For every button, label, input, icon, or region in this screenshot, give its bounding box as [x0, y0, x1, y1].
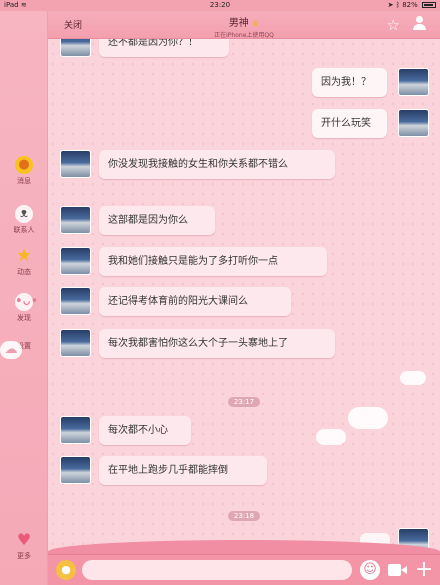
online-status: 正在iPhone上使用QQ [214, 32, 274, 39]
cloud-decoration [316, 429, 346, 445]
message-bubble-incoming[interactable]: 我和她们接触只是能为了多打听你一点 [99, 247, 327, 276]
contact-avatar[interactable] [60, 247, 91, 275]
star-icon[interactable]: ☆ [387, 16, 400, 34]
person-icon[interactable] [413, 16, 426, 31]
timestamp-label: 23:17 [227, 397, 261, 407]
sidebar-item-settings[interactable]: ☁ 设置 [0, 341, 48, 359]
battery-icon [422, 2, 436, 8]
contact-avatar[interactable] [60, 206, 91, 234]
message-bubble-incoming[interactable]: 每次都不小心 [99, 416, 191, 445]
sidebar-item-moments[interactable]: ★ 动态 [0, 247, 48, 277]
message-bubble-incoming[interactable]: 每次我都害怕你这么大个子一头寨地上了 [99, 329, 335, 358]
message-bubble-incoming[interactable]: 这部都是因为你么 [99, 206, 215, 235]
sidebar-item-label: 动态 [17, 268, 31, 276]
sidebar-item-label: 更多 [17, 552, 31, 560]
crown-icon: ♛ [252, 19, 260, 28]
message-bubble-incoming[interactable]: 你没发现我接触的女生和你关系都不错么 [99, 150, 335, 179]
my-avatar[interactable] [398, 109, 429, 137]
clock: 23:20 [209, 1, 231, 9]
cloud-decoration [400, 371, 426, 385]
contact-name: 男神 [228, 18, 249, 29]
sidebar-item-label: 消息 [17, 177, 31, 185]
bear-face-icon: •ᴗ• [15, 293, 39, 311]
contact-avatar[interactable] [60, 416, 91, 444]
cloud-icon: ☁ [0, 341, 22, 359]
plus-icon[interactable]: + [414, 558, 434, 582]
battery-percent: 82% [402, 1, 418, 9]
message-bubble-incoming[interactable]: 还不都是因为你？！ [99, 39, 229, 57]
chat-area[interactable]: 还不都是因为你？！ 因为我！？ 开什么玩笑 你没发现我接触的女生和你关系都不错么… [48, 39, 440, 554]
contact-avatar[interactable] [60, 287, 91, 315]
sidebar-item-messages[interactable]: ● 消息 [0, 156, 48, 186]
cat-face-icon: ᴥ [15, 205, 33, 223]
heart-icon: ♥ [16, 530, 32, 549]
page-title: 男神 ♛ [48, 14, 440, 29]
contact-avatar[interactable] [60, 456, 91, 484]
message-bubble-outgoing[interactable]: 因为我！？ [312, 68, 387, 97]
smiley-icon[interactable]: ☺ [360, 560, 380, 580]
message-bubble-outgoing[interactable]: 开什么玩笑 [312, 109, 387, 138]
sidebar: ● 消息 ᴥ 联系人 ★ 动态 •ᴗ• 发现 ☁ 设置 ♥ 更多 [0, 11, 48, 585]
sidebar-item-contacts[interactable]: ᴥ 联系人 [0, 205, 48, 235]
bluetooth-icon: ᛒ [395, 1, 400, 9]
message-bubble-incoming[interactable]: 在平地上跑步几乎都能摔倒 [99, 456, 267, 485]
chat-header: 关闭 男神 ♛ 正在iPhone上使用QQ ☆ [48, 11, 440, 39]
timestamp: 23:17 [48, 397, 440, 407]
video-camera-icon[interactable] [388, 563, 408, 577]
duck-icon: ● [15, 156, 33, 174]
message-input[interactable] [82, 560, 352, 580]
contact-avatar[interactable] [60, 39, 91, 57]
timestamp: 23:18 [48, 511, 440, 521]
status-bar: iPad ≋ 23:20 ➤ ᛒ 82% [0, 0, 440, 11]
title-area: 男神 ♛ 正在iPhone上使用QQ [48, 14, 440, 39]
sidebar-item-label: 发现 [17, 314, 31, 322]
message-bubble-incoming[interactable]: 还记得考体育前的阳光大课间么 [99, 287, 291, 316]
my-avatar[interactable] [398, 68, 429, 96]
location-arrow-icon: ➤ [387, 1, 394, 9]
contact-avatar[interactable] [60, 329, 91, 357]
contact-avatar[interactable] [60, 150, 91, 178]
input-bar: ● ☺ + [48, 554, 440, 585]
sidebar-item-label: 联系人 [13, 226, 35, 234]
microphone-icon[interactable]: ● [56, 560, 76, 580]
status-right: ➤ ᛒ 82% [388, 0, 436, 11]
timestamp-label: 23:18 [227, 511, 261, 521]
star-icon: ★ [15, 245, 33, 266]
cloud-decoration [348, 407, 388, 429]
sidebar-item-more[interactable]: ♥ 更多 [0, 531, 48, 561]
sidebar-item-discover[interactable]: •ᴗ• 发现 [0, 293, 48, 323]
